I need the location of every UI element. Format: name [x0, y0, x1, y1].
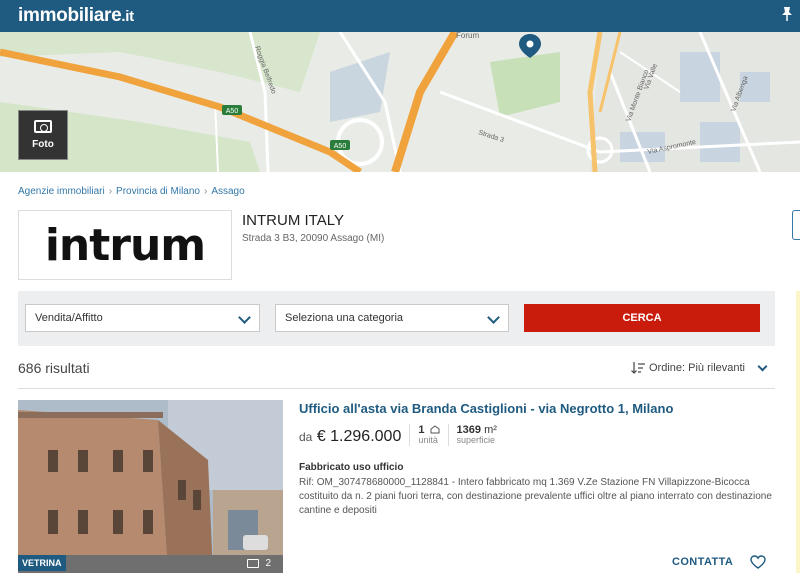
- category-select[interactable]: Seleziona una categoria: [275, 304, 509, 332]
- chevron-down-icon: [238, 311, 251, 324]
- logo-text: immobiliare: [18, 5, 122, 26]
- foto-button[interactable]: Foto: [18, 110, 68, 160]
- breadcrumb-item-provincia[interactable]: Provincia di Milano: [116, 186, 200, 197]
- map-label-forum: Forum: [456, 32, 479, 40]
- sort-dropdown[interactable]: Ordine: Più rilevanti: [631, 361, 768, 374]
- breadcrumb-item-assago[interactable]: Assago: [211, 186, 244, 197]
- sort-icon: [631, 362, 645, 374]
- map-label-a50-2: A50: [334, 143, 347, 150]
- chevron-down-icon: [757, 361, 768, 371]
- breadcrumb: Agenzie immobiliari › Provincia di Milano ›…: [18, 186, 245, 197]
- map-label-a50: A50: [226, 108, 239, 115]
- surface-feature: 1369 m² superficie: [447, 424, 497, 446]
- side-tab-button[interactable]: [792, 210, 800, 240]
- sort-label: Ordine: Più rilevanti: [649, 362, 745, 374]
- map-canvas: A50 A50 Forum Strada 3 Via Monte Bianco …: [0, 32, 800, 172]
- contract-select[interactable]: Vendita/Affitto: [25, 304, 260, 332]
- photo-count-value: 2: [265, 558, 271, 569]
- heart-icon[interactable]: [750, 555, 766, 569]
- agency-logo-word: intrum: [44, 219, 206, 271]
- listing-photo[interactable]: VETRINA 2: [18, 400, 283, 573]
- house-icon: [430, 425, 440, 434]
- listing-title[interactable]: Ufficio all'asta via Branda Castiglioni …: [299, 401, 673, 416]
- listing-price-row: da € 1.296.000 1 unità 1369 m² superfici…: [299, 424, 497, 446]
- divider: [18, 388, 775, 389]
- camera-icon: [247, 559, 260, 568]
- foto-label: Foto: [32, 139, 54, 150]
- results-count: 686 risultati: [18, 360, 90, 376]
- price-value: € 1.296.000: [316, 428, 402, 445]
- logo-ext: .it: [121, 8, 134, 25]
- agency-logo: intrum: [18, 210, 232, 280]
- top-bar: immobiliare.it: [0, 0, 800, 32]
- listing-photo-image: [18, 400, 283, 573]
- contract-select-value: Vendita/Affitto: [35, 312, 103, 324]
- chevron-right-icon: ›: [108, 186, 113, 197]
- vetrina-badge: VETRINA: [18, 555, 66, 571]
- agency-name: INTRUM ITALY: [242, 212, 344, 229]
- search-bar: Vendita/Affitto Seleziona una categoria …: [18, 291, 775, 346]
- breadcrumb-item-agenzie[interactable]: Agenzie immobiliari: [18, 186, 105, 197]
- search-button[interactable]: CERCA: [524, 304, 760, 332]
- chevron-right-icon: ›: [203, 186, 208, 197]
- units-feature: 1 unità: [409, 424, 440, 446]
- site-logo[interactable]: immobiliare.it: [18, 5, 134, 27]
- agency-address: Strada 3 B3, 20090 Assago (MI): [242, 233, 385, 244]
- listing-price: da € 1.296.000: [299, 424, 401, 446]
- pin-icon[interactable]: [780, 6, 794, 22]
- surface-label: superficie: [456, 435, 496, 446]
- chevron-down-icon: [487, 311, 500, 324]
- units-label: unità: [418, 435, 438, 446]
- photo-count: 2: [247, 558, 271, 569]
- contact-button[interactable]: CONTATTA: [672, 556, 733, 568]
- category-select-value: Seleziona una categoria: [285, 312, 404, 324]
- location-map[interactable]: A50 A50 Forum Strada 3 Via Monte Bianco …: [0, 32, 800, 172]
- side-banner: [796, 291, 800, 573]
- listing-desc-title: Fabbricato uso ufficio: [299, 462, 404, 473]
- price-prefix: da: [299, 430, 313, 444]
- listing-description: Rif: OM_307478680000_1128841 - Intero fa…: [299, 477, 772, 516]
- camera-icon: [34, 120, 52, 133]
